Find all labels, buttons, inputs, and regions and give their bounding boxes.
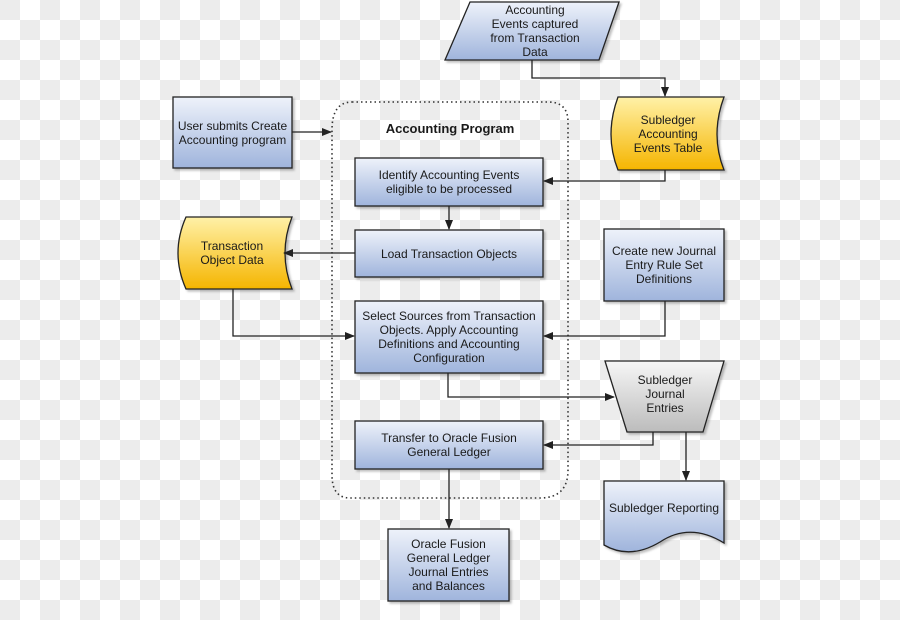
connector-objectdata-to-select — [232, 289, 355, 340]
connector-events-to-table — [531, 60, 669, 97]
identify-events-label: Identify Accounting Events eligible to b… — [378, 168, 520, 196]
select-sources-label: Select Sources from Transaction Objects.… — [362, 309, 536, 365]
gl-journal-entries-label: Oracle Fusion General Ledger Journal Ent… — [406, 537, 491, 593]
load-objects-label: Load Transaction Objects — [380, 246, 518, 261]
create-rule-sets-label: Create new Journal Entry Rule Set Defini… — [611, 244, 717, 286]
connector-journal-to-transfer — [543, 432, 654, 449]
connector-table-to-identify — [543, 170, 666, 185]
subledger-journal-entries-label: Subledger Journal Entries — [637, 373, 693, 415]
connector-rules-to-select — [543, 301, 666, 340]
transaction-object-data-label: Transaction Object Data — [200, 239, 264, 267]
subledger-events-table-label: Subledger Accounting Events Table — [633, 112, 703, 155]
accounting-events-label: Accounting Events captured from Transact… — [490, 3, 580, 59]
connector-select-to-journal — [447, 373, 615, 401]
user-submits-label: User submits Create Accounting program — [177, 118, 288, 147]
transfer-gl-label: Transfer to Oracle Fusion General Ledger — [381, 431, 517, 459]
subledger-reporting-label: Subledger Reporting — [608, 501, 720, 515]
accounting-program-title: Accounting Program — [385, 121, 515, 136]
